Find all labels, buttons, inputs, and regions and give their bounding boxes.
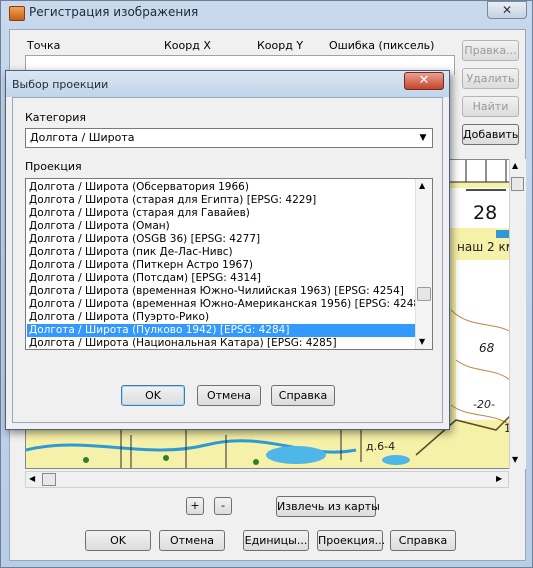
projection-list-item[interactable]: Долгота / Широта (старая для Гавайев) [29, 207, 250, 220]
scroll-thumb[interactable] [511, 177, 524, 191]
projection-list-item[interactable]: Долгота / Широта (Потсдам) [EPSG: 4314] [29, 272, 261, 285]
column-header-error[interactable]: Ошибка (пиксель) [329, 39, 434, 52]
category-label: Категория [25, 111, 86, 124]
projection-list-scrollbar[interactable]: ▲ ▼ [415, 179, 432, 349]
dialog-help-button[interactable]: Справка [271, 385, 335, 406]
dialog-cancel-button[interactable]: Отмена [197, 385, 261, 406]
projection-list-item[interactable]: Долгота / Широта (временная Южно-Америка… [29, 298, 424, 311]
edit-button[interactable]: Правка... [462, 40, 519, 61]
projection-list-item[interactable]: Долгота / Широта (Пулково 1942) [EPSG: 4… [27, 324, 416, 337]
category-value: Долгота / Широта [30, 131, 135, 144]
projection-label: Проекция [25, 160, 82, 173]
map-vertical-scrollbar[interactable]: ▲ ▼ [509, 159, 526, 469]
projection-list-item[interactable]: Долгота / Широта (старая для Египта) [EP… [29, 194, 316, 207]
zoom-out-button[interactable]: - [214, 497, 232, 515]
dialog-title: Выбор проекции [12, 78, 109, 91]
zoom-in-button[interactable]: + [186, 497, 204, 515]
map-horizontal-scrollbar[interactable]: ◀ ▶ [25, 471, 509, 488]
projection-list-item[interactable]: Долгота / Широта (Обсерватория 1966) [29, 181, 249, 194]
category-select[interactable]: Долгота / Широта ▼ [25, 128, 433, 148]
dialog-titlebar: Выбор проекции ✕ [6, 71, 449, 97]
projection-list-item[interactable]: Долгота / Широта (пик Де-Лас-Нивс) [29, 246, 233, 259]
projection-list-item[interactable]: Долгота / Широта (Оман) [29, 220, 170, 233]
units-button[interactable]: Единицы... [243, 530, 309, 551]
scroll-thumb[interactable] [417, 287, 431, 301]
projection-list-item[interactable]: Долгота / Широта (Питкерн Астро 1967) [29, 259, 253, 272]
map-label: д.6-4 [366, 440, 396, 453]
projection-list-item[interactable]: Долгота / Широта (Национальная Катара) [… [29, 337, 337, 349]
ok-button[interactable]: OK [85, 530, 151, 551]
map-label: 28 [473, 202, 498, 224]
cancel-button[interactable]: Отмена [159, 530, 225, 551]
close-icon[interactable]: ✕ [404, 72, 444, 90]
app-icon [9, 6, 25, 21]
scroll-up-icon[interactable]: ▲ [512, 161, 518, 170]
close-icon[interactable]: ✕ [487, 1, 527, 19]
window-title: Регистрация изображения [29, 5, 199, 19]
find-button[interactable]: Найти [462, 96, 519, 117]
help-button[interactable]: Справка [390, 530, 456, 551]
column-header-coord-x[interactable]: Коорд X [164, 39, 211, 52]
column-header-coord-y[interactable]: Коорд Y [257, 39, 303, 52]
chevron-down-icon[interactable]: ▼ [416, 130, 430, 146]
scroll-left-icon[interactable]: ◀ [29, 474, 35, 483]
projection-button[interactable]: Проекция... [317, 530, 385, 551]
scroll-down-icon[interactable]: ▼ [512, 455, 518, 464]
scroll-down-icon[interactable]: ▼ [419, 337, 425, 346]
dialog-body: Категория Долгота / Широта ▼ Проекция До… [12, 97, 443, 423]
projection-dialog: Выбор проекции ✕ Категория Долгота / Шир… [5, 70, 450, 430]
delete-button[interactable]: Удалить [462, 68, 519, 89]
extract-from-map-button[interactable]: Извлечь из карты [276, 496, 380, 517]
map-label: наш 2 км [457, 240, 515, 254]
projection-list[interactable]: Долгота / Широта (Обсерватория 1966) Долг… [25, 178, 433, 350]
dialog-ok-button[interactable]: OK [121, 385, 185, 406]
column-header-point[interactable]: Точка [27, 39, 60, 52]
scroll-right-icon[interactable]: ▶ [496, 474, 502, 483]
add-button[interactable]: Добавить [462, 124, 519, 145]
projection-list-item[interactable]: Долгота / Широта (Пуэрто-Рико) [29, 311, 209, 324]
map-label: 68 [479, 341, 495, 355]
scroll-thumb[interactable] [42, 473, 56, 486]
map-label: -20- [473, 398, 495, 411]
projection-list-item[interactable]: Долгота / Широта (OSGB 36) [EPSG: 4277] [29, 233, 260, 246]
scroll-up-icon[interactable]: ▲ [419, 181, 425, 190]
projection-list-item[interactable]: Долгота / Широта (временная Южно-Чилийск… [29, 285, 404, 298]
